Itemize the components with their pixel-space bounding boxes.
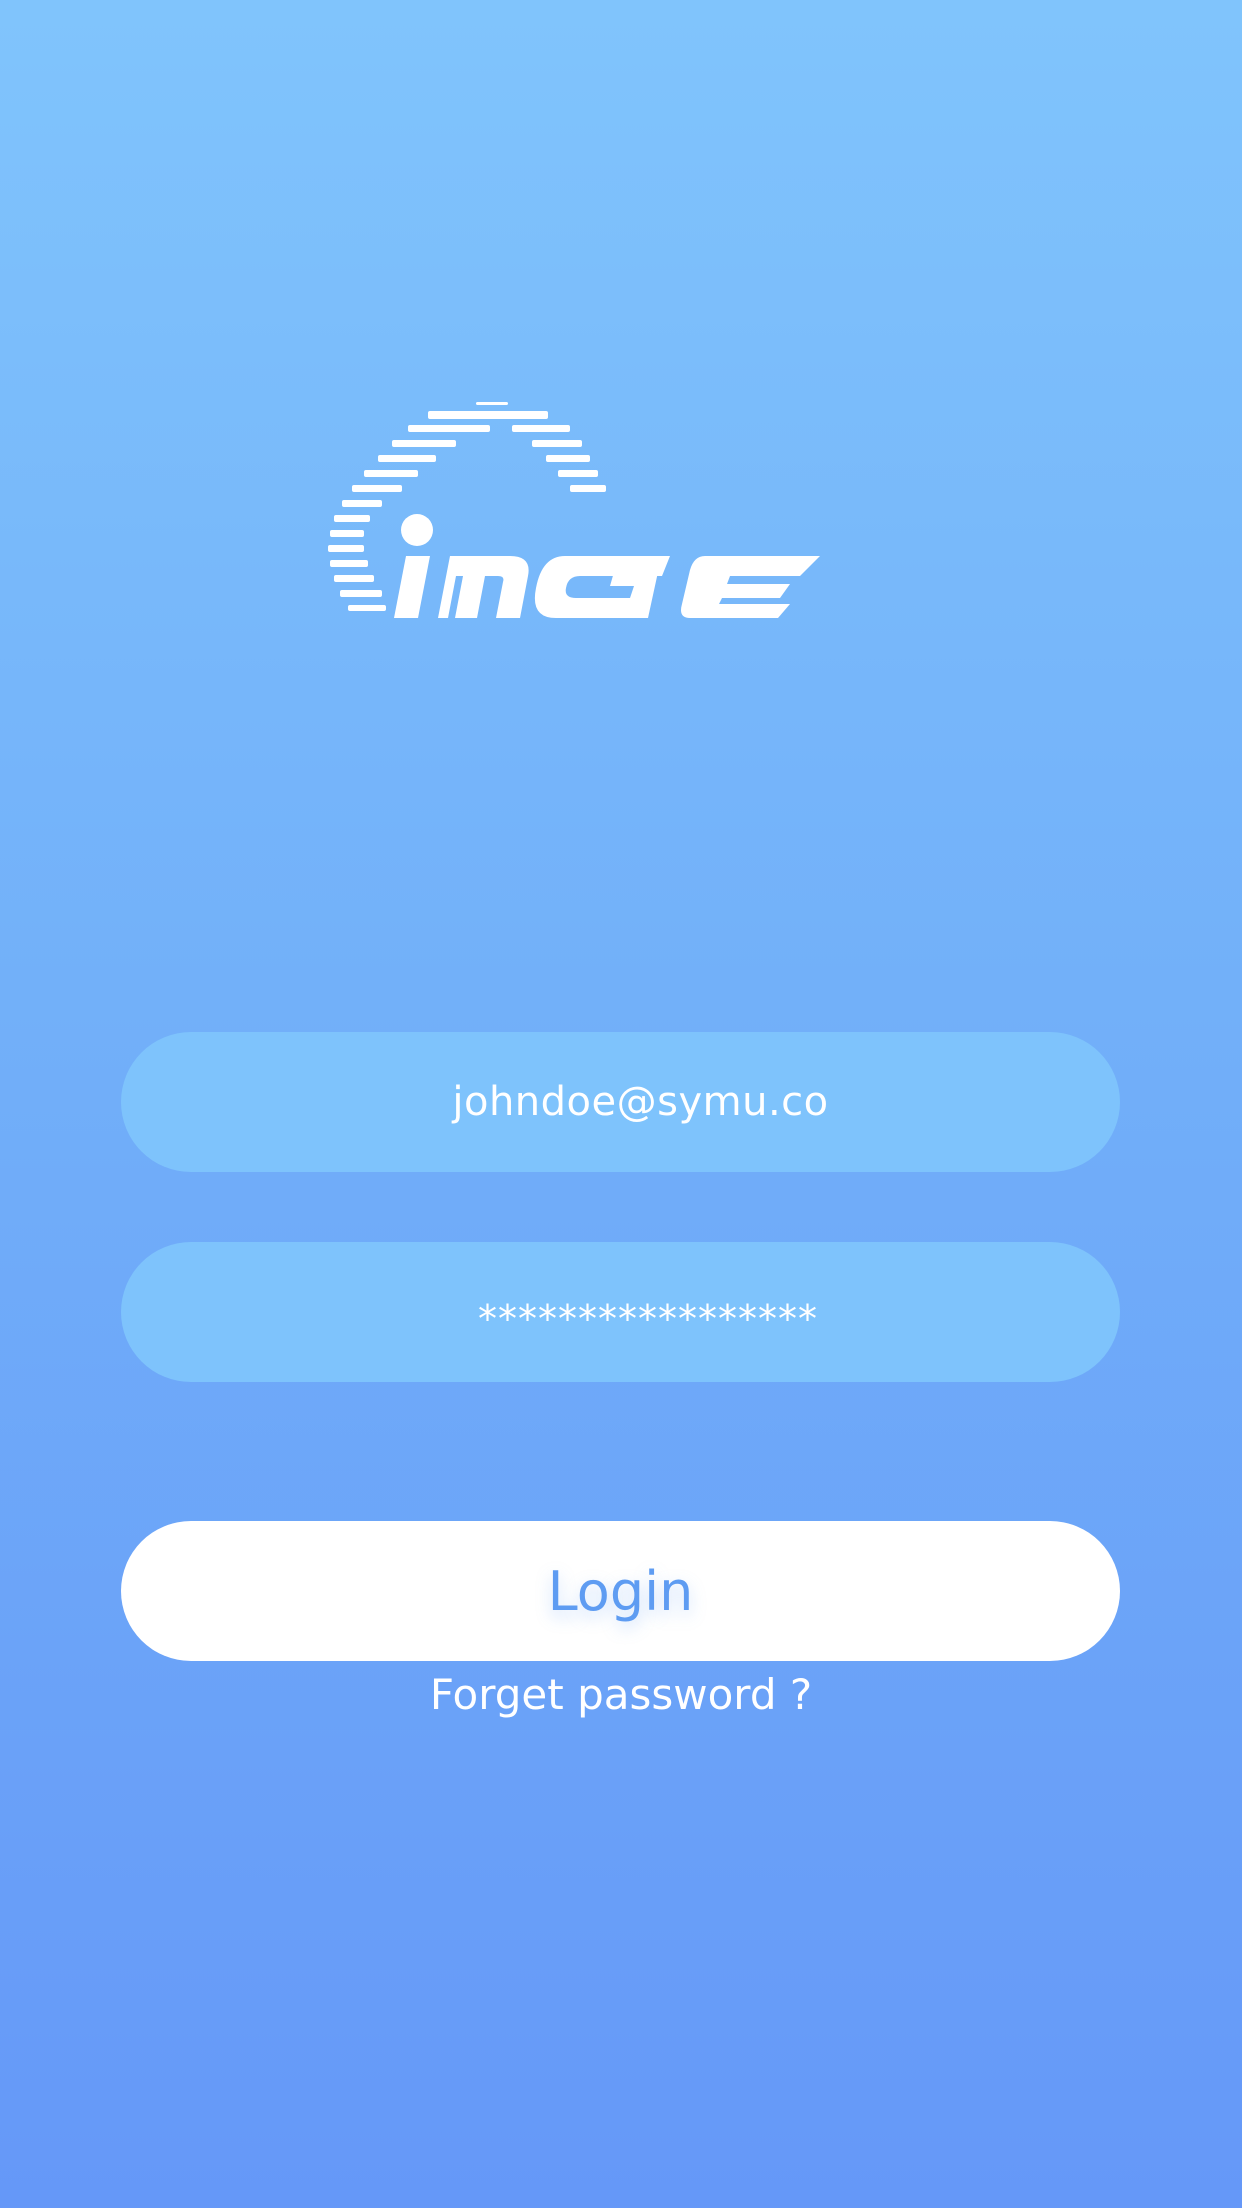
email-field[interactable]: johndoe@symu.co xyxy=(121,1032,1120,1172)
login-button-label: Login xyxy=(547,1559,694,1623)
password-value: ***************** xyxy=(478,1297,818,1341)
forgot-password-link[interactable]: Forget password ? xyxy=(0,1670,1242,1719)
logo-wordmark xyxy=(394,514,820,618)
app-logo xyxy=(328,402,820,618)
email-value: johndoe@symu.co xyxy=(452,1079,829,1125)
login-button[interactable]: Login xyxy=(121,1521,1120,1661)
password-field[interactable]: ***************** xyxy=(121,1242,1120,1382)
